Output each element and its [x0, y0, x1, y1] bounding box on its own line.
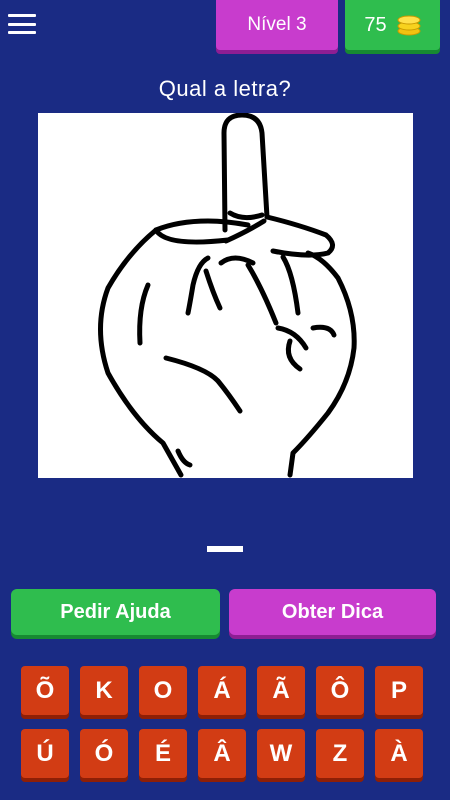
get-hint-button[interactable]: Obter Dica [229, 589, 436, 635]
puzzle-image [38, 113, 413, 478]
letter-key[interactable]: Ú [21, 729, 69, 778]
menu-icon[interactable] [8, 12, 36, 36]
letter-key[interactable]: Õ [21, 666, 69, 715]
letter-key[interactable]: À [375, 729, 423, 778]
answer-slots [0, 546, 450, 552]
letter-key[interactable]: P [375, 666, 423, 715]
level-label: Nível 3 [247, 14, 307, 35]
letter-key[interactable]: Â [198, 729, 246, 778]
coins-icon [397, 15, 421, 36]
letter-key[interactable]: Ô [316, 666, 364, 715]
level-badge: Nível 3 [216, 0, 338, 50]
question-text: Qual a letra? [158, 76, 292, 101]
letter-key[interactable]: Z [316, 729, 364, 778]
coins-count: 75 [364, 13, 387, 36]
ask-help-button[interactable]: Pedir Ajuda [11, 589, 220, 635]
letter-key[interactable]: K [80, 666, 128, 715]
letter-key[interactable]: Ó [80, 729, 128, 778]
letter-key[interactable]: W [257, 729, 305, 778]
hand-sign-icon [98, 113, 357, 478]
letter-key[interactable]: Á [198, 666, 246, 715]
answer-slot[interactable] [207, 546, 243, 552]
coins-badge[interactable]: 75 [345, 0, 440, 50]
letter-key[interactable]: Ã [257, 666, 305, 715]
letter-key[interactable]: É [139, 729, 187, 778]
letter-keyboard: Õ K O Á Ã Ô P Ú Ó É Â W Z À [21, 666, 431, 778]
letter-key[interactable]: O [139, 666, 187, 715]
